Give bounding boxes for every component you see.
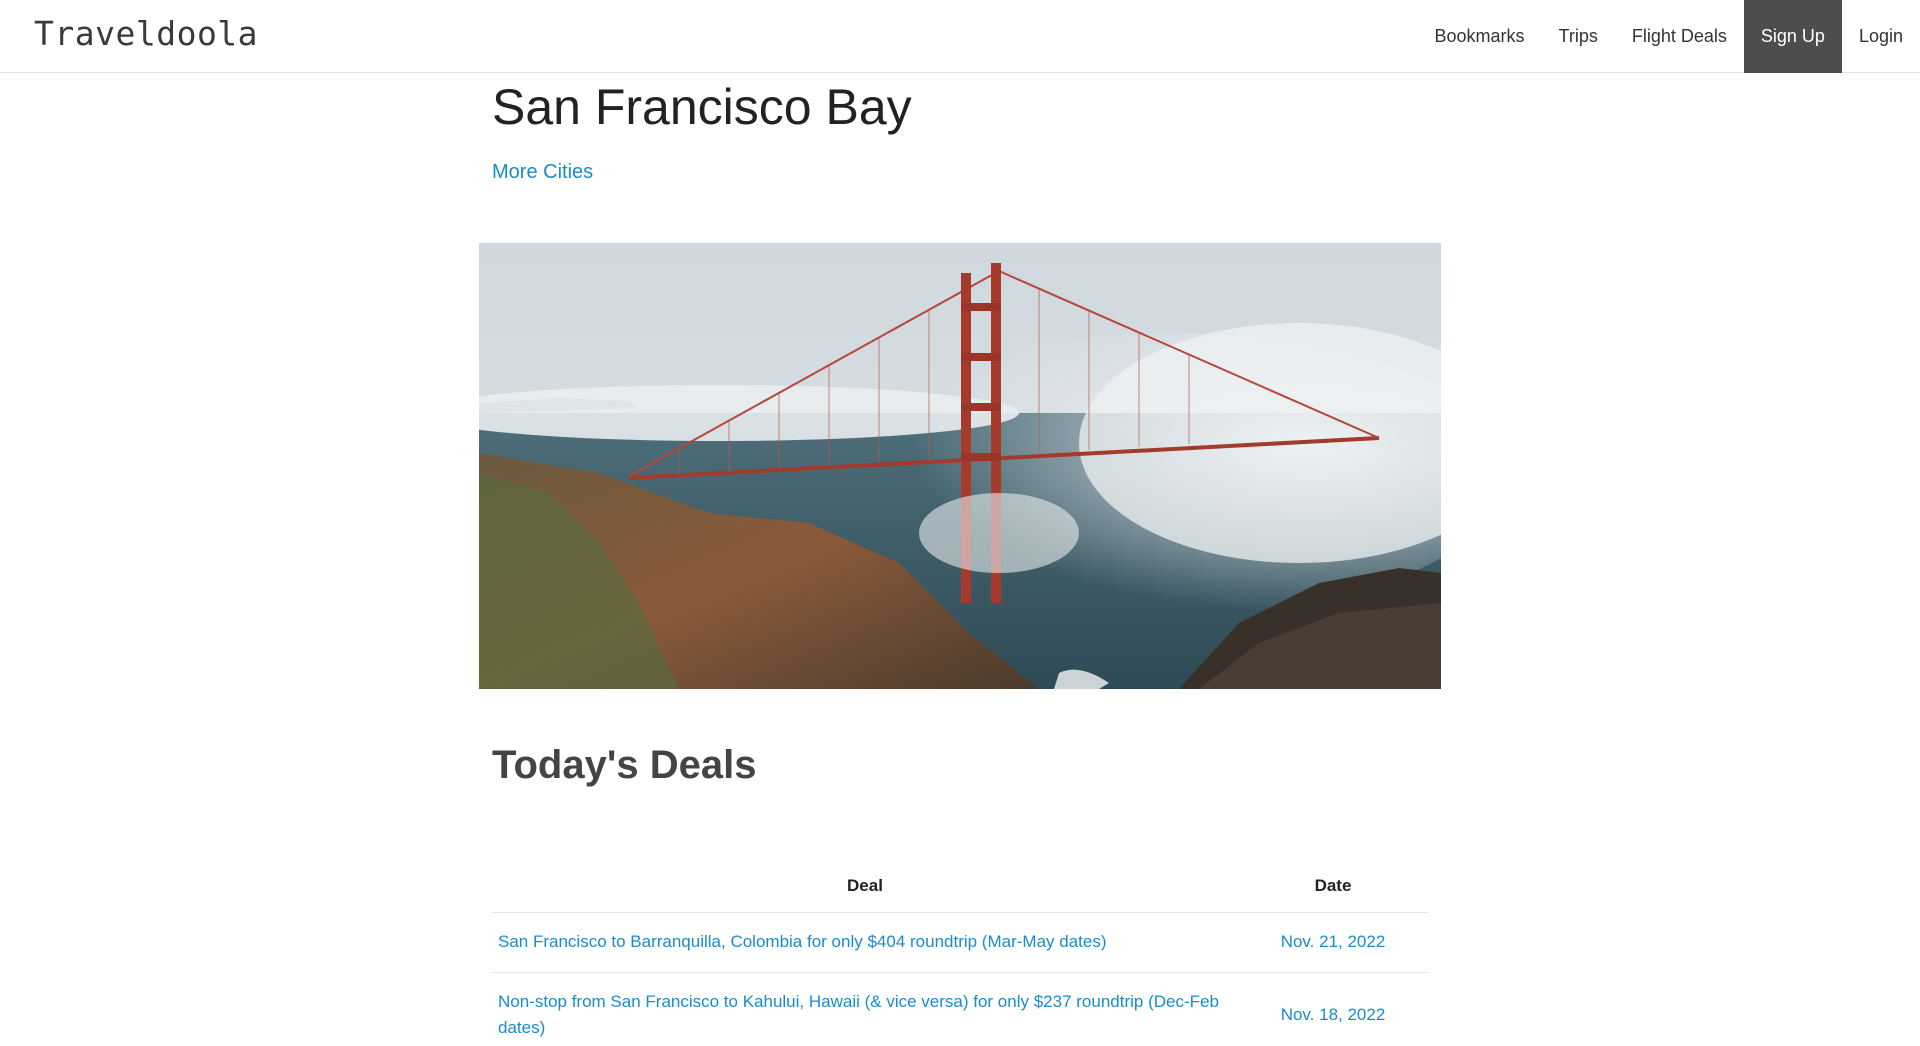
nav-bookmarks-link[interactable]: Bookmarks	[1417, 0, 1541, 73]
deals-heading: Today's Deals	[492, 743, 757, 787]
deal-link[interactable]: Non-stop from San Francisco to Kahului, …	[498, 989, 1232, 1041]
deal-date-link[interactable]: Nov. 18, 2022	[1281, 1005, 1386, 1024]
deal-link[interactable]: San Francisco to Barranquilla, Colombia …	[498, 929, 1232, 955]
nav-flight-deals-link[interactable]: Flight Deals	[1615, 0, 1744, 73]
page-title: San Francisco Bay	[492, 79, 912, 135]
date-cell: Nov. 21, 2022	[1238, 912, 1428, 973]
table-row: Non-stop from San Francisco to Kahului, …	[492, 972, 1428, 1046]
nav-login-link[interactable]: Login	[1842, 0, 1920, 73]
nav-links: Bookmarks Trips Flight Deals Sign Up Log…	[1417, 0, 1920, 73]
more-cities-link[interactable]: More Cities	[492, 161, 593, 184]
table-row: San Francisco to Barranquilla, Colombia …	[492, 912, 1428, 973]
deal-cell: Non-stop from San Francisco to Kahului, …	[492, 972, 1238, 1046]
table-header-row: Deal Date	[492, 860, 1428, 913]
date-cell: Nov. 18, 2022	[1238, 972, 1428, 1046]
top-navbar: Traveldoola Bookmarks Trips Flight Deals…	[0, 0, 1920, 73]
nav-trips-link[interactable]: Trips	[1542, 0, 1615, 73]
nav-sign-up-button[interactable]: Sign Up	[1743, 0, 1842, 73]
city-hero-image	[479, 243, 1441, 689]
date-column-header: Date	[1238, 860, 1428, 913]
brand-logo[interactable]: Traveldoola	[34, 14, 258, 53]
deal-cell: San Francisco to Barranquilla, Colombia …	[492, 912, 1238, 973]
deal-date-link[interactable]: Nov. 21, 2022	[1281, 932, 1386, 951]
deals-table: Deal Date San Francisco to Barranquilla,…	[492, 860, 1428, 1046]
deal-column-header: Deal	[492, 860, 1238, 913]
